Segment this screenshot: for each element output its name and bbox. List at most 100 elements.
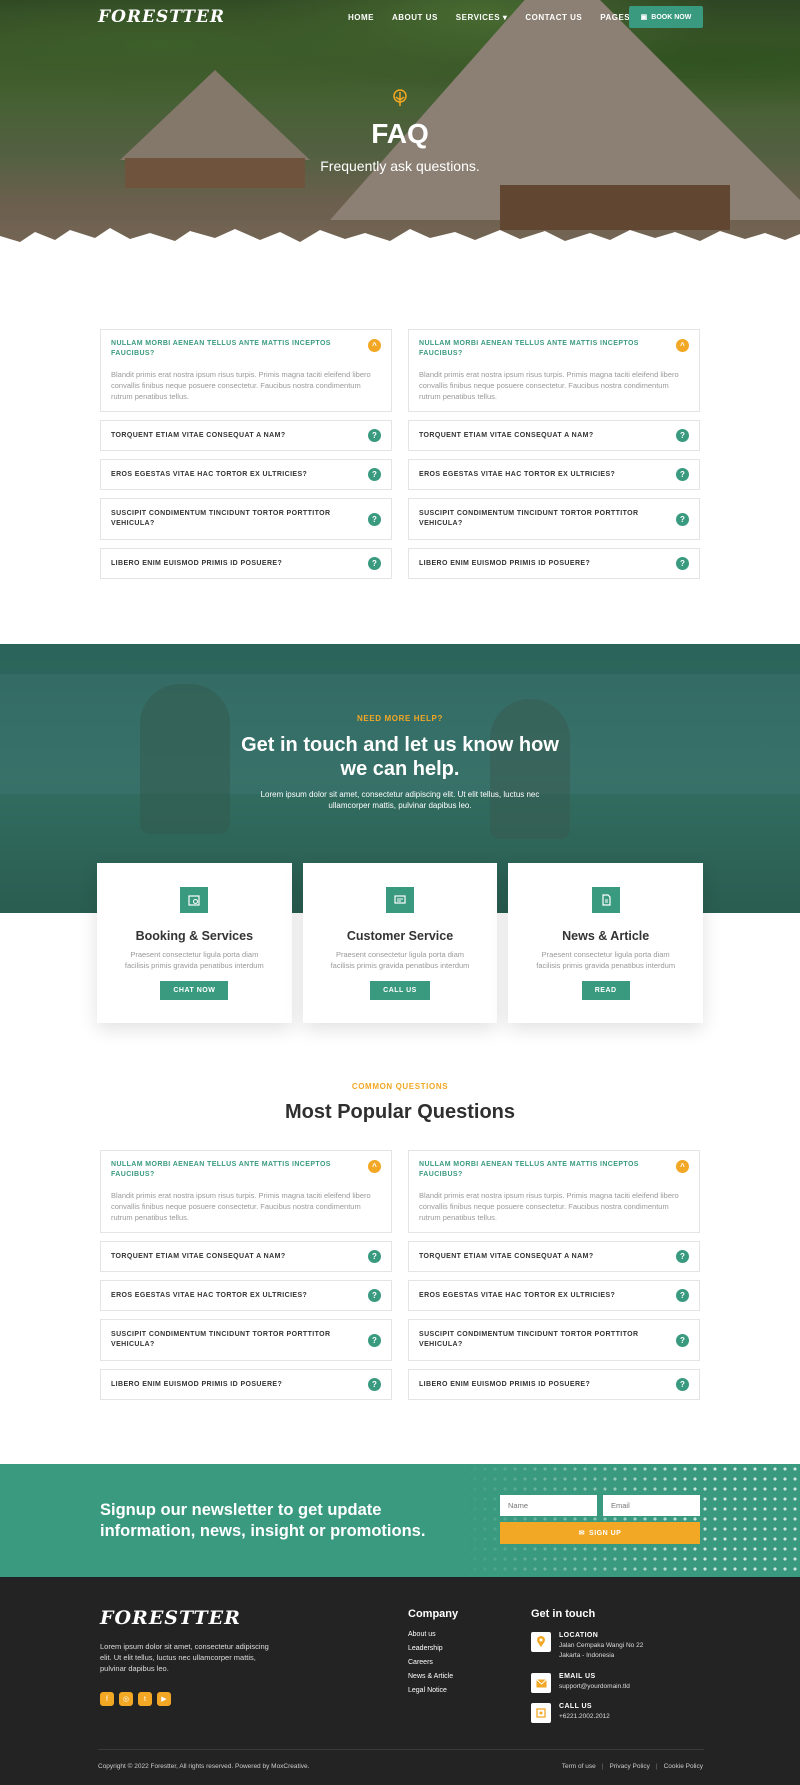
- faq-item[interactable]: SUSCIPIT CONDIMENTUM TINCIDUNT TORTOR PO…: [100, 498, 392, 540]
- faq-item-open[interactable]: NULLAM MORBI AENEAN TELLUS ANTE MATTIS I…: [408, 329, 700, 412]
- call-us-button[interactable]: CALL US: [370, 981, 430, 1000]
- separator: |: [601, 1763, 604, 1770]
- footer-divider: [98, 1749, 704, 1750]
- question-icon: ?: [368, 557, 381, 570]
- twitter-icon[interactable]: t: [138, 1692, 152, 1706]
- call-label: CALL US: [559, 1703, 593, 1710]
- card-title: News & Article: [562, 929, 650, 943]
- faq-question: LIBERO ENIM EUISMOD PRIMIS ID POSUERE?: [111, 559, 283, 567]
- nav-contact-us[interactable]: CONTACT US: [525, 13, 582, 22]
- sign-up-button[interactable]: ✉ SIGN UP: [500, 1522, 700, 1544]
- footer-description: Lorem ipsum dolor sit amet, consectetur …: [100, 1642, 269, 1673]
- calendar-icon: ▣: [640, 14, 648, 21]
- read-button[interactable]: READ: [581, 981, 630, 1000]
- footer-link-careers[interactable]: Careers: [408, 1659, 453, 1666]
- faq-item[interactable]: SUSCIPIT CONDIMENTUM TINCIDUNT TORTOR PO…: [100, 1319, 392, 1361]
- legal-links: Term of use | Privacy Policy | Cookie Po…: [562, 1763, 703, 1770]
- question-icon: ?: [676, 557, 689, 570]
- newsletter-email-input[interactable]: [603, 1495, 700, 1516]
- book-now-button[interactable]: ▣ BOOK NOW: [629, 6, 703, 28]
- faq-question: TORQUENT ETIAM VITAE CONSEQUAT A NAM?: [419, 431, 594, 439]
- torn-edge-divider: [0, 228, 800, 258]
- privacy-link[interactable]: Privacy Policy: [609, 1763, 649, 1770]
- youtube-icon[interactable]: ▶: [157, 1692, 171, 1706]
- chevron-up-icon: ^: [676, 1160, 689, 1173]
- faq-question: SUSCIPIT CONDIMENTUM TINCIDUNT TORTOR PO…: [111, 1331, 331, 1348]
- email-label: EMAIL US: [559, 1673, 596, 1680]
- nav-home[interactable]: HOME: [348, 13, 374, 22]
- help-cards: Booking & Services Praesent consectetur …: [97, 863, 704, 1023]
- get-in-touch-heading: Get in touch: [531, 1608, 596, 1620]
- faq-item-open[interactable]: NULLAM MORBI AENEAN TELLUS ANTE MATTIS I…: [100, 329, 392, 412]
- faq-item[interactable]: LIBERO ENIM EUISMOD PRIMIS ID POSUERE??: [100, 548, 392, 579]
- faq-item[interactable]: EROS EGESTAS VITAE HAC TORTOR EX ULTRICI…: [100, 459, 392, 490]
- faq-item[interactable]: EROS EGESTAS VITAE HAC TORTOR EX ULTRICI…: [408, 459, 700, 490]
- chat-now-button[interactable]: CHAT NOW: [160, 981, 229, 1000]
- envelope-icon: ✉: [578, 1530, 586, 1537]
- help-card-news: News & Article Praesent consectetur ligu…: [508, 863, 704, 1023]
- top-nav: FORESTTER HOME ABOUT US SERVICES ▾ CONTA…: [0, 0, 800, 36]
- footer-link-about-us[interactable]: About us: [408, 1631, 453, 1638]
- facebook-icon[interactable]: f: [100, 1692, 114, 1706]
- instagram-icon[interactable]: ◎: [119, 1692, 133, 1706]
- question-icon: ?: [676, 1289, 689, 1302]
- location-pin-icon: [531, 1632, 551, 1652]
- question-icon: ?: [368, 429, 381, 442]
- question-icon: ?: [368, 1250, 381, 1263]
- faq-item-open[interactable]: NULLAM MORBI AENEAN TELLUS ANTE MATTIS I…: [408, 1150, 700, 1233]
- faq-question: SUSCIPIT CONDIMENTUM TINCIDUNT TORTOR PO…: [419, 510, 639, 527]
- faq-item[interactable]: LIBERO ENIM EUISMOD PRIMIS ID POSUERE??: [408, 548, 700, 579]
- faq-question: NULLAM MORBI AENEAN TELLUS ANTE MATTIS I…: [111, 340, 331, 357]
- faq-question: SUSCIPIT CONDIMENTUM TINCIDUNT TORTOR PO…: [111, 510, 331, 527]
- question-icon: ?: [676, 1333, 689, 1347]
- email-value[interactable]: support@yourdomain.tld: [559, 1682, 630, 1692]
- nav-services[interactable]: SERVICES ▾: [456, 13, 508, 22]
- call-value[interactable]: +6221.2002.2012: [559, 1712, 610, 1722]
- question-icon: ?: [368, 468, 381, 481]
- faq-question: EROS EGESTAS VITAE HAC TORTOR EX ULTRICI…: [419, 1291, 616, 1299]
- question-icon: ?: [676, 1378, 689, 1391]
- faq-item[interactable]: LIBERO ENIM EUISMOD PRIMIS ID POSUERE??: [100, 1369, 392, 1400]
- faq-item[interactable]: TORQUENT ETIAM VITAE CONSEQUAT A NAM??: [408, 420, 700, 451]
- faq-item-header: NULLAM MORBI AENEAN TELLUS ANTE MATTIS I…: [111, 339, 381, 359]
- faq-item[interactable]: LIBERO ENIM EUISMOD PRIMIS ID POSUERE??: [408, 1369, 700, 1400]
- faq-item-open[interactable]: NULLAM MORBI AENEAN TELLUS ANTE MATTIS I…: [100, 1150, 392, 1233]
- faq-question: TORQUENT ETIAM VITAE CONSEQUAT A NAM?: [111, 431, 286, 439]
- tree-icon: [393, 89, 407, 106]
- faq-item[interactable]: EROS EGESTAS VITAE HAC TORTOR EX ULTRICI…: [408, 1280, 700, 1311]
- faq-item[interactable]: TORQUENT ETIAM VITAE CONSEQUAT A NAM??: [408, 1241, 700, 1272]
- help-card-booking: Booking & Services Praesent consectetur …: [97, 863, 292, 1023]
- nav-services-label: SERVICES: [455, 13, 501, 22]
- chevron-up-icon: ^: [676, 339, 689, 352]
- faq-question: EROS EGESTAS VITAE HAC TORTOR EX ULTRICI…: [111, 470, 308, 478]
- faq-item[interactable]: TORQUENT ETIAM VITAE CONSEQUAT A NAM??: [100, 1241, 392, 1272]
- book-now-label: BOOK NOW: [651, 13, 692, 21]
- popular-faq-column-left: NULLAM MORBI AENEAN TELLUS ANTE MATTIS I…: [100, 1150, 392, 1408]
- faq-question: NULLAM MORBI AENEAN TELLUS ANTE MATTIS I…: [419, 1161, 639, 1178]
- nav-about-us[interactable]: ABOUT US: [392, 13, 438, 22]
- faq-item[interactable]: TORQUENT ETIAM VITAE CONSEQUAT A NAM??: [100, 420, 392, 451]
- question-icon: ?: [368, 1333, 381, 1347]
- faq-item-header: NULLAM MORBI AENEAN TELLUS ANTE MATTIS I…: [111, 1160, 381, 1180]
- help-card-customer-service: Customer Service Praesent consectetur li…: [302, 863, 498, 1023]
- logo[interactable]: FORESTTER: [98, 7, 225, 27]
- faq-question: EROS EGESTAS VITAE HAC TORTOR EX ULTRICI…: [419, 470, 616, 478]
- company-links: About us Leadership Careers News & Artic…: [408, 1631, 453, 1701]
- footer-link-leadership[interactable]: Leadership: [408, 1645, 453, 1652]
- popular-faq-column-right: NULLAM MORBI AENEAN TELLUS ANTE MATTIS I…: [408, 1150, 700, 1408]
- footer-link-legal-notice[interactable]: Legal Notice: [408, 1687, 453, 1694]
- newsletter-name-input[interactable]: [500, 1495, 597, 1516]
- footer-link-news[interactable]: News & Article: [408, 1673, 453, 1680]
- chevron-up-icon: ^: [368, 339, 381, 352]
- faq-item[interactable]: EROS EGESTAS VITAE HAC TORTOR EX ULTRICI…: [100, 1280, 392, 1311]
- cookie-link[interactable]: Cookie Policy: [664, 1763, 703, 1770]
- faq-item[interactable]: SUSCIPIT CONDIMENTUM TINCIDUNT TORTOR PO…: [408, 498, 700, 540]
- contact-location: LOCATION Jalan Cempaka Wangi No 22 Jakar…: [531, 1632, 649, 1661]
- contact-email: EMAIL US support@yourdomain.tld: [531, 1673, 630, 1693]
- phone-icon: [531, 1703, 551, 1723]
- faq-question: NULLAM MORBI AENEAN TELLUS ANTE MATTIS I…: [419, 340, 639, 357]
- footer-logo[interactable]: FORESTTER: [100, 1607, 241, 1629]
- faq-item[interactable]: SUSCIPIT CONDIMENTUM TINCIDUNT TORTOR PO…: [408, 1319, 700, 1361]
- terms-link[interactable]: Term of use: [562, 1763, 596, 1770]
- faq-question: NULLAM MORBI AENEAN TELLUS ANTE MATTIS I…: [111, 1161, 331, 1178]
